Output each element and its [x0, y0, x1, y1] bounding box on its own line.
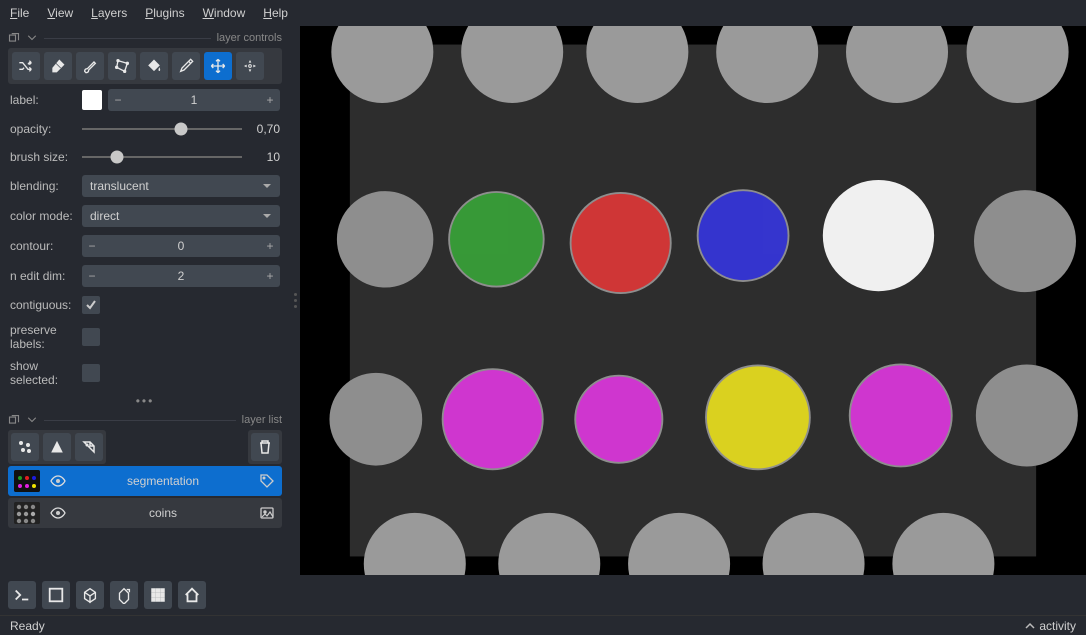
layer-thumbnail	[14, 470, 40, 492]
delete-layer-button[interactable]	[251, 433, 279, 461]
preserve-labels-label: preserve labels:	[10, 323, 76, 351]
contiguous-checkbox[interactable]	[82, 296, 100, 314]
label-decrement[interactable]: −	[108, 93, 128, 107]
brush-size-slider[interactable]	[82, 147, 242, 167]
label-label: label:	[10, 93, 76, 107]
popout-icon[interactable]	[8, 32, 20, 44]
activity-toggle[interactable]: activity	[1025, 619, 1076, 633]
layer-item-segmentation[interactable]: segmentation	[8, 466, 282, 496]
layer-name: coins	[76, 506, 250, 520]
left-sidebar: layer controls label: − 1 + opacity: 0,7…	[0, 26, 290, 575]
check-icon	[85, 299, 97, 311]
layer-list: segmentation coins	[8, 466, 282, 528]
viewer-button-bar	[0, 575, 1086, 615]
preserve-labels-checkbox[interactable]	[82, 328, 100, 346]
layer-type-icon	[258, 505, 276, 521]
color-mode-label: color mode:	[10, 209, 76, 223]
n-edit-dim-value: 2	[102, 269, 260, 283]
contour-label: contour:	[10, 239, 76, 253]
menu-layers[interactable]: Layers	[91, 4, 127, 22]
brush-size-value: 10	[248, 150, 280, 164]
layer-name: segmentation	[76, 474, 250, 488]
label-value: 1	[128, 93, 260, 107]
opacity-label: opacity:	[10, 122, 76, 136]
opacity-value: 0,70	[248, 122, 280, 136]
n-edit-dim-increment[interactable]: +	[260, 269, 280, 283]
menu-bar: File View Layers Plugins Window Help	[0, 0, 1086, 26]
show-selected-label: show selected:	[10, 359, 76, 387]
shuffle-colors-button[interactable]	[12, 52, 40, 80]
pan-zoom-button[interactable]	[204, 52, 232, 80]
layer-type-icon	[258, 473, 276, 489]
layer-list-title: layer list	[242, 414, 282, 426]
new-points-layer-button[interactable]	[11, 433, 39, 461]
paint-button[interactable]	[76, 52, 104, 80]
menu-help[interactable]: Help	[263, 4, 288, 22]
chevron-down-icon[interactable]	[26, 414, 38, 426]
layer-list-header: layer list	[8, 414, 282, 426]
status-bar: Ready activity	[0, 615, 1086, 635]
contour-decrement[interactable]: −	[82, 239, 102, 253]
label-color-swatch[interactable]	[82, 90, 102, 110]
chevron-down-icon	[262, 211, 272, 221]
ndisplay-2d-button[interactable]	[42, 581, 70, 609]
contiguous-label: contiguous:	[10, 298, 76, 312]
opacity-slider[interactable]	[82, 119, 242, 139]
layer-controls-header: layer controls	[8, 32, 282, 44]
contour-value: 0	[102, 239, 260, 253]
new-labels-layer-button[interactable]	[75, 433, 103, 461]
panel-resize-handle[interactable]: •••	[8, 394, 282, 408]
menu-window[interactable]: Window	[203, 4, 246, 22]
menu-plugins[interactable]: Plugins	[145, 4, 184, 22]
menu-view[interactable]: View	[47, 4, 73, 22]
blending-label: blending:	[10, 179, 76, 193]
erase-button[interactable]	[44, 52, 72, 80]
sidebar-resize-handle[interactable]	[290, 26, 300, 575]
transform-button[interactable]	[236, 52, 264, 80]
color-picker-button[interactable]	[172, 52, 200, 80]
ndisplay-3d-button[interactable]	[76, 581, 104, 609]
chevron-up-icon	[1025, 621, 1035, 631]
layer-visibility-toggle[interactable]	[48, 473, 68, 489]
activity-label: activity	[1039, 619, 1076, 633]
n-edit-dim-label: n edit dim:	[10, 269, 76, 283]
home-button[interactable]	[178, 581, 206, 609]
label-spinbox[interactable]: − 1 +	[108, 89, 280, 111]
color-mode-value: direct	[90, 209, 119, 223]
canvas-viewer[interactable]	[300, 26, 1086, 575]
brush-size-label: brush size:	[10, 150, 76, 164]
layer-controls-title: layer controls	[217, 32, 282, 44]
polygon-button[interactable]	[108, 52, 136, 80]
n-edit-dim-spinbox[interactable]: − 2 +	[82, 265, 280, 287]
show-selected-checkbox[interactable]	[82, 364, 100, 382]
console-button[interactable]	[8, 581, 36, 609]
contour-spinbox[interactable]: − 0 +	[82, 235, 280, 257]
chevron-down-icon[interactable]	[26, 32, 38, 44]
n-edit-dim-decrement[interactable]: −	[82, 269, 102, 283]
status-text: Ready	[10, 619, 45, 633]
popout-icon[interactable]	[8, 414, 20, 426]
layer-item-coins[interactable]: coins	[8, 498, 282, 528]
blending-value: translucent	[90, 179, 149, 193]
blending-select[interactable]: translucent	[82, 175, 280, 197]
new-shapes-layer-button[interactable]	[43, 433, 71, 461]
labels-tool-row	[8, 48, 282, 84]
fill-button[interactable]	[140, 52, 168, 80]
label-increment[interactable]: +	[260, 93, 280, 107]
chevron-down-icon	[262, 181, 272, 191]
layer-thumbnail	[14, 502, 40, 524]
layer-visibility-toggle[interactable]	[48, 505, 68, 521]
color-mode-select[interactable]: direct	[82, 205, 280, 227]
roll-dims-button[interactable]	[110, 581, 138, 609]
menu-file[interactable]: File	[10, 4, 29, 22]
grid-button[interactable]	[144, 581, 172, 609]
contour-increment[interactable]: +	[260, 239, 280, 253]
